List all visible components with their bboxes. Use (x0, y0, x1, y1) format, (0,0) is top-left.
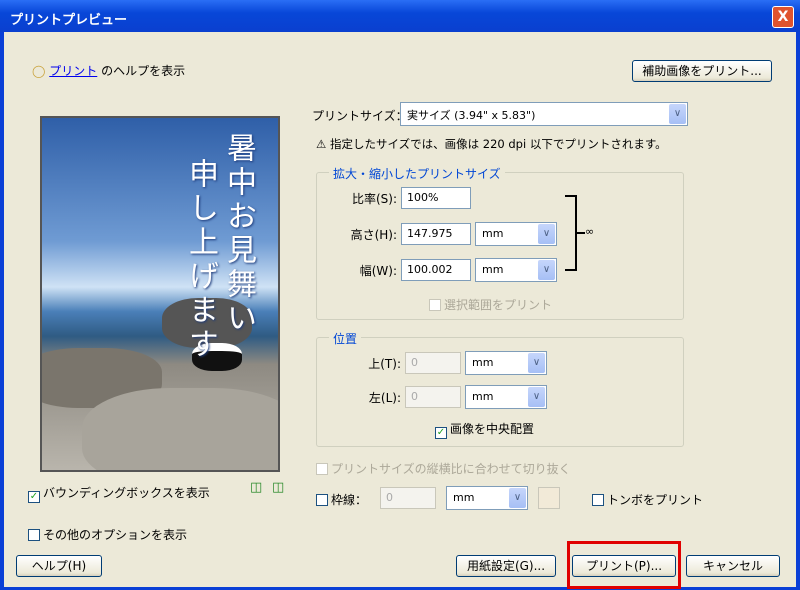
crop-to-ratio-label: プリントサイズの縦横比に合わせて切り抜く (331, 462, 571, 476)
print-preview-dialog: プリントプレビュー X ◯ プリント のヘルプを表示 補助画像をプリント... … (0, 0, 800, 590)
center-image-label: 画像を中央配置 (450, 422, 535, 436)
border-color-swatch[interactable] (538, 487, 560, 509)
print-selection-checkbox[interactable]: 選択範囲をプリント (429, 296, 552, 313)
more-options-label: その他のオプションを表示 (43, 528, 188, 542)
window-title: プリントプレビュー (10, 13, 128, 28)
link-chain-icon: ∞ (585, 225, 595, 238)
rotate-left-icon[interactable]: ◫ (250, 480, 262, 495)
lightbulb-icon: ◯ (32, 64, 46, 78)
print-crop-marks-checkbox[interactable]: トンボをプリント (592, 491, 703, 508)
border-unit-select[interactable]: mm ∨ (446, 486, 528, 510)
image-preview[interactable]: 暑中お見舞い 申し上げます (40, 116, 280, 472)
crop-to-ratio-checkbox[interactable]: プリントサイズの縦横比に合わせて切り抜く (316, 460, 571, 477)
chevron-down-icon: ∨ (538, 260, 555, 280)
print-size-select[interactable]: 実サイズ (3.94" x 5.83") ∨ (400, 102, 688, 126)
border-checkbox[interactable]: 枠線： (316, 491, 367, 508)
top-unit-select[interactable]: mm ∨ (465, 351, 547, 375)
position-legend: 位置 (329, 330, 362, 347)
height-unit-value: mm (482, 227, 504, 240)
scaled-size-group: 拡大・縮小したプリントサイズ 比率(S): 100% 高さ(H): 147.97… (316, 165, 684, 320)
top-input[interactable]: 0 (405, 352, 461, 374)
close-button[interactable]: X (772, 6, 794, 28)
help-line: ◯ プリント のヘルプを表示 (32, 62, 185, 79)
width-unit-select[interactable]: mm ∨ (475, 258, 557, 282)
dialog-body: ◯ プリント のヘルプを表示 補助画像をプリント... 暑中お見舞い 申し上げま… (4, 32, 796, 589)
height-unit-select[interactable]: mm ∨ (475, 222, 557, 246)
left-label: 左(L): (368, 391, 401, 405)
chevron-down-icon: ∨ (538, 224, 555, 244)
border-unit-value: mm (453, 491, 475, 504)
more-options-checkbox[interactable]: その他のオプションを表示 (28, 526, 187, 543)
cancel-button[interactable]: キャンセル (686, 555, 780, 577)
left-unit-select[interactable]: mm ∨ (465, 385, 547, 409)
chevron-down-icon: ∨ (509, 488, 526, 508)
page-setup-button[interactable]: 用紙設定(G)... (456, 555, 556, 577)
print-size-label: プリントサイズ： (312, 109, 408, 123)
print-selection-label: 選択範囲をプリント (444, 298, 553, 312)
left-input[interactable]: 0 (405, 386, 461, 408)
preview-title-line2: 申し上げます (183, 158, 218, 362)
print-auxiliary-image-button[interactable]: 補助画像をプリント... (632, 60, 772, 82)
scaled-size-legend: 拡大・縮小したプリントサイズ (329, 165, 505, 182)
border-label: 枠線： (331, 493, 368, 507)
chevron-down-icon: ∨ (528, 387, 545, 407)
top-unit-value: mm (472, 356, 494, 369)
height-label: 高さ(H): (350, 228, 397, 242)
center-image-checkbox[interactable]: ✓ 画像を中央配置 (435, 420, 534, 439)
highlight-box (567, 541, 681, 589)
width-input[interactable]: 100.002 (401, 259, 471, 281)
help-link[interactable]: プリント (49, 64, 97, 78)
print-size-value: 実サイズ (3.94" x 5.83") (407, 109, 536, 122)
rotate-right-icon[interactable]: ◫ (272, 480, 284, 495)
resolution-warning: ⚠ 指定したサイズでは、画像は 220 dpi 以下でプリントされます。 (316, 136, 667, 152)
ratio-label: 比率(S): (351, 192, 397, 206)
warning-icon: ⚠ (316, 137, 327, 151)
left-unit-value: mm (472, 390, 494, 403)
title-bar: プリントプレビュー X (0, 0, 800, 32)
border-width-input[interactable]: 0 (380, 487, 436, 509)
ratio-input[interactable]: 100% (401, 187, 471, 209)
warning-text: 指定したサイズでは、画像は 220 dpi 以下でプリントされます。 (329, 137, 667, 151)
help-button[interactable]: ヘルプ(H) (16, 555, 102, 577)
top-label: 上(T): (368, 357, 401, 371)
constrain-bracket-tick (577, 232, 585, 234)
width-label: 幅(W): (359, 264, 397, 278)
preview-title-line1: 暑中お見舞い (221, 132, 256, 336)
print-crop-marks-label: トンボをプリント (607, 493, 704, 507)
constrain-bracket (565, 195, 577, 271)
width-unit-value: mm (482, 263, 504, 276)
bounding-box-label: バウンディングボックスを表示 (43, 486, 210, 500)
bounding-box-checkbox[interactable]: ✓ バウンディングボックスを表示 (28, 484, 210, 503)
chevron-down-icon: ∨ (669, 104, 686, 124)
help-suffix: のヘルプを表示 (101, 64, 186, 78)
position-group: 位置 上(T): 0 mm ∨ 左(L): 0 mm ∨ ✓ 画像を中央配置 (316, 330, 684, 447)
height-input[interactable]: 147.975 (401, 223, 471, 245)
chevron-down-icon: ∨ (528, 353, 545, 373)
